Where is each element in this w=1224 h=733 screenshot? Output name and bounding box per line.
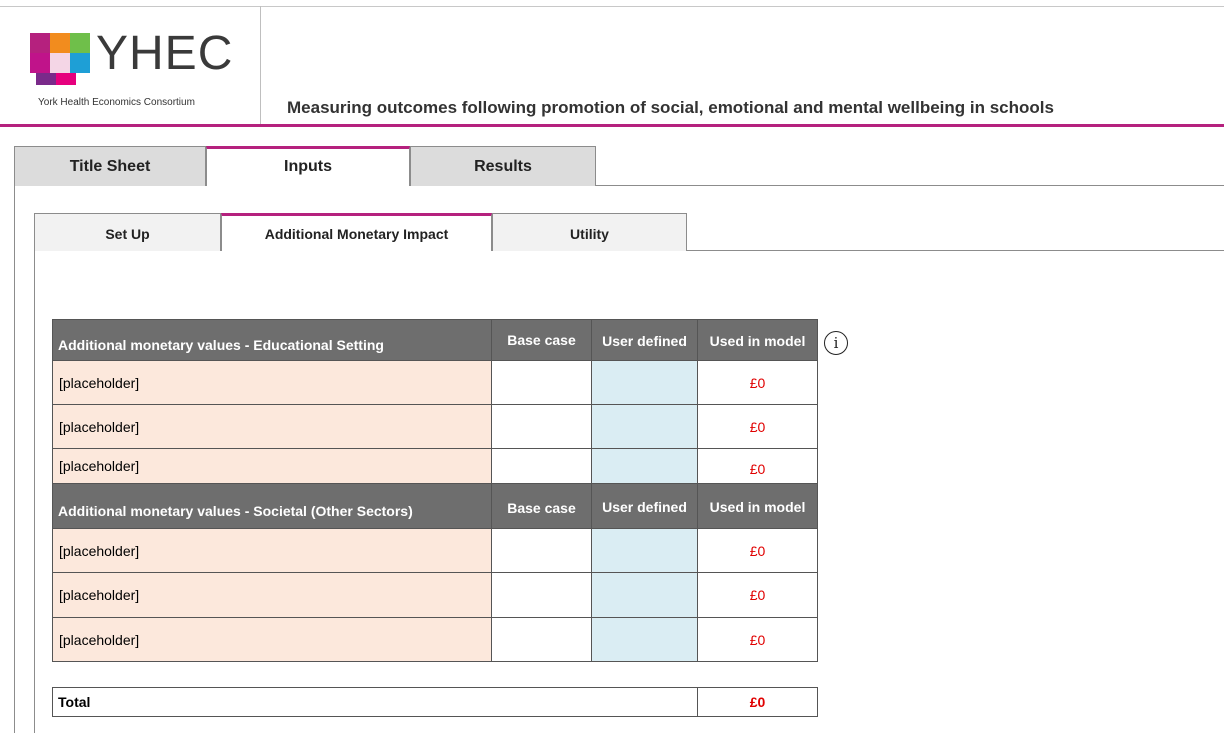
section-header-educational: Additional monetary values - Educational… bbox=[52, 319, 492, 361]
logo-square-green bbox=[70, 33, 90, 53]
user-defined-input[interactable] bbox=[591, 360, 698, 405]
col-header-user-defined: User defined bbox=[591, 319, 698, 361]
row-label: [placeholder] bbox=[52, 528, 492, 573]
row-label: [placeholder] bbox=[52, 617, 492, 662]
used-in-model-value: £0 bbox=[697, 448, 818, 484]
tab-row-border bbox=[596, 185, 1224, 186]
logo-square-purple bbox=[36, 73, 56, 85]
base-case-cell[interactable] bbox=[491, 528, 592, 573]
col-header-user-defined: User defined bbox=[591, 483, 698, 529]
logo-wordmark: YHEC bbox=[96, 27, 234, 80]
sub-panel-border bbox=[34, 250, 35, 733]
col-header-base-case: Base case bbox=[491, 319, 592, 361]
user-defined-input[interactable] bbox=[591, 448, 698, 484]
logo-subtitle: York Health Economics Consortium bbox=[38, 97, 195, 108]
total-value: £0 bbox=[697, 687, 818, 717]
info-icon[interactable]: i bbox=[824, 331, 848, 355]
subtab-set-up[interactable]: Set Up bbox=[34, 213, 221, 251]
logo-square-blue bbox=[70, 53, 90, 73]
used-in-model-value: £0 bbox=[697, 617, 818, 662]
row-label: [placeholder] bbox=[52, 404, 492, 449]
tab-title-sheet[interactable]: Title Sheet bbox=[14, 146, 206, 186]
header-accent-line bbox=[0, 124, 1224, 127]
total-label: Total bbox=[52, 687, 698, 717]
col-header-base-case: Base case bbox=[491, 483, 592, 529]
col-header-used-in-model: Used in model bbox=[697, 483, 818, 529]
used-in-model-value: £0 bbox=[697, 404, 818, 449]
user-defined-input[interactable] bbox=[591, 528, 698, 573]
yhec-logo: YHEC bbox=[30, 27, 240, 87]
user-defined-input[interactable] bbox=[591, 404, 698, 449]
used-in-model-value: £0 bbox=[697, 572, 818, 618]
section-header-societal: Additional monetary values - Societal (O… bbox=[52, 483, 492, 529]
used-in-model-value: £0 bbox=[697, 528, 818, 573]
subtab-row-border bbox=[687, 250, 1224, 251]
tab-inputs[interactable]: Inputs bbox=[206, 146, 410, 186]
row-label: [placeholder] bbox=[52, 360, 492, 405]
top-border bbox=[0, 6, 1224, 7]
base-case-cell[interactable] bbox=[491, 404, 592, 449]
tab-results[interactable]: Results bbox=[410, 146, 596, 186]
base-case-cell[interactable] bbox=[491, 360, 592, 405]
base-case-cell[interactable] bbox=[491, 572, 592, 618]
logo-square-orange bbox=[50, 33, 70, 53]
col-header-used-in-model: Used in model bbox=[697, 319, 818, 361]
page-title: Measuring outcomes following promotion o… bbox=[287, 98, 1054, 117]
user-defined-input[interactable] bbox=[591, 572, 698, 618]
row-label: [placeholder] bbox=[52, 572, 492, 618]
logo-square-pink bbox=[30, 53, 50, 73]
base-case-cell[interactable] bbox=[491, 448, 592, 484]
header-divider bbox=[260, 6, 261, 125]
logo-square-magenta2 bbox=[56, 73, 76, 85]
subtab-utility[interactable]: Utility bbox=[492, 213, 687, 251]
logo-square-magenta bbox=[30, 33, 50, 53]
base-case-cell[interactable] bbox=[491, 617, 592, 662]
user-defined-input[interactable] bbox=[591, 617, 698, 662]
subtab-additional-monetary-impact[interactable]: Additional Monetary Impact bbox=[221, 213, 492, 251]
row-label: [placeholder] bbox=[52, 448, 492, 484]
main-panel-border bbox=[14, 185, 15, 733]
used-in-model-value: £0 bbox=[697, 360, 818, 405]
logo-square-light bbox=[50, 53, 70, 73]
